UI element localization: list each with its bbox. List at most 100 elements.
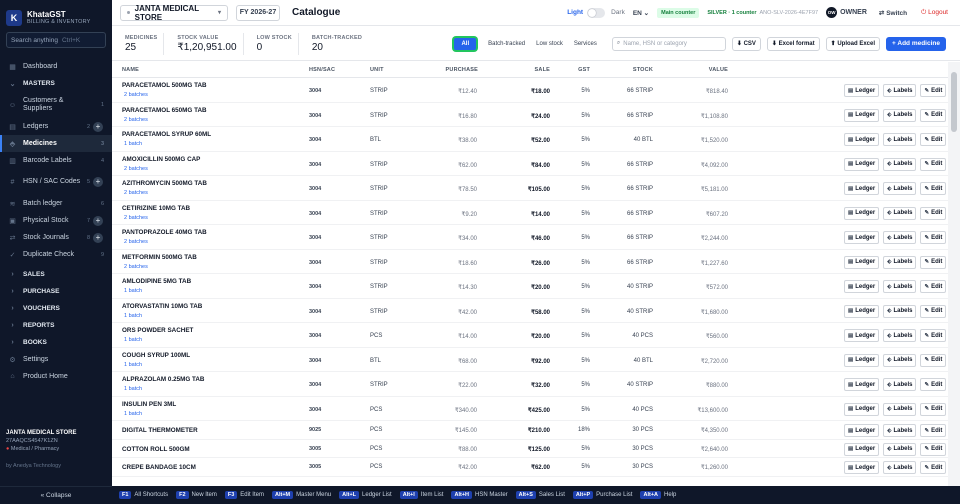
edit-button[interactable]: ✎ Edit	[920, 133, 947, 146]
col-stock[interactable]: STOCK	[612, 67, 653, 73]
batch-count-link[interactable]: 2 batches	[124, 264, 148, 270]
csv-button[interactable]: ⬇ CSV	[731, 36, 761, 51]
sidebar-item-dashboard[interactable]: ▦ Dashboard	[0, 58, 112, 75]
table-row[interactable]: PARACETAMOL 500MG TAB 3004 STRIP ₹12.40 ₹18.…	[112, 78, 948, 103]
ledger-button[interactable]: ▤ Ledger	[844, 304, 880, 318]
excel-format-button[interactable]: ⬇ Excel format	[766, 36, 820, 51]
batch-count-link[interactable]: 1 batch	[124, 288, 142, 294]
ledger-button[interactable]: ▤ Ledger	[844, 461, 880, 474]
sidebar-item-ledgers[interactable]: ▤ Ledgers 2 +	[0, 118, 112, 135]
labels-button[interactable]: ⬖ Labels	[883, 84, 917, 97]
sidebar-item-vouchers[interactable]: › VOUCHERS	[0, 300, 112, 317]
ledger-button[interactable]: ▤ Ledger	[844, 231, 880, 244]
col-name[interactable]: NAME	[122, 67, 139, 73]
shortcut-item[interactable]: Alt+I Item List	[399, 491, 443, 499]
batch-count-link[interactable]: 2 batches	[124, 92, 148, 98]
labels-button[interactable]: ⬖ Labels	[883, 133, 917, 146]
add-icon[interactable]: +	[93, 232, 103, 243]
user-menu[interactable]: OW OWNER	[826, 7, 867, 18]
add-icon[interactable]: +	[93, 121, 103, 132]
batch-count-link[interactable]: 1 batch	[124, 386, 142, 392]
col-unit[interactable]: UNIT	[370, 67, 384, 73]
ledger-button[interactable]: ▤ Ledger	[844, 424, 880, 437]
sidebar-item-reports[interactable]: › REPORTS	[0, 317, 112, 334]
shortcut-item[interactable]: F2 New Item	[176, 491, 217, 499]
labels-button[interactable]: ⬖ Labels	[883, 353, 917, 367]
col-value[interactable]: VALUE	[688, 67, 728, 73]
col-sale[interactable]: SALE	[520, 67, 550, 73]
labels-button[interactable]: ⬖ Labels	[883, 206, 917, 220]
ledger-button[interactable]: ▤ Ledger	[844, 280, 880, 293]
batch-count-link[interactable]: 2 batches	[124, 239, 148, 245]
ledger-button[interactable]: ▤ Ledger	[844, 353, 880, 367]
edit-button[interactable]: ✎ Edit	[920, 461, 947, 474]
col-purchase[interactable]: PURCHASE	[440, 67, 478, 73]
batch-count-link[interactable]: 2 batches	[124, 117, 148, 123]
ledger-button[interactable]: ▤ Ledger	[844, 108, 880, 122]
sidebar-item-purchase[interactable]: › PURCHASE	[0, 283, 112, 300]
labels-button[interactable]: ⬖ Labels	[883, 157, 917, 171]
shortcut-item[interactable]: F1 All Shortcuts	[119, 491, 168, 499]
table-row[interactable]: PARACETAMOL SYRUP 60ML 3004 BTL ₹38.00 ₹52.0…	[112, 127, 948, 152]
store-selector[interactable]: JANTA MEDICAL STORE ▾	[120, 4, 228, 22]
shortcut-item[interactable]: Alt+A Help	[640, 491, 676, 499]
shortcut-item[interactable]: Alt+M Master Menu	[271, 491, 331, 499]
language-selector[interactable]: EN ⌄	[633, 9, 649, 17]
edit-button[interactable]: ✎ Edit	[920, 424, 947, 437]
table-search-input[interactable]: ⌕ Name, HSN or category	[611, 36, 726, 51]
table-row[interactable]: PARACETAMOL 650MG TAB 3004 STRIP ₹16.80 ₹24.…	[112, 103, 948, 127]
sidebar-item-physical-stock[interactable]: ▣ Physical Stock 7 +	[0, 212, 112, 229]
batch-count-link[interactable]: 2 batches	[124, 215, 148, 221]
table-row[interactable]: METFORMIN 500MG TAB 3004 STRIP ₹18.60 ₹26.00…	[112, 250, 948, 274]
edit-button[interactable]: ✎ Edit	[920, 402, 947, 416]
edit-button[interactable]: ✎ Edit	[920, 84, 947, 97]
sidebar-item-sales[interactable]: › SALES	[0, 266, 112, 283]
shortcut-item[interactable]: Alt+H HSN Master	[451, 491, 508, 499]
sidebar-item-customers-suppliers[interactable]: ☺ Customers & Suppliers 1	[0, 92, 112, 118]
edit-button[interactable]: ✎ Edit	[920, 182, 947, 195]
filter-all[interactable]: All	[454, 37, 477, 50]
batch-count-link[interactable]: 2 batches	[124, 166, 148, 172]
batch-count-link[interactable]: 2 batches	[124, 190, 148, 196]
ledger-button[interactable]: ▤ Ledger	[844, 378, 880, 391]
batch-count-link[interactable]: 1 batch	[124, 141, 142, 147]
sidebar-item-batch-ledger[interactable]: ≋ Batch ledger 6	[0, 195, 112, 212]
logout-button[interactable]: ⏻ Logout	[921, 9, 948, 17]
table-row[interactable]: AZITHROMYCIN 500MG TAB 3004 STRIP ₹78.50 ₹10…	[112, 176, 948, 201]
labels-button[interactable]: ⬖ Labels	[883, 424, 917, 437]
sidebar-item-books[interactable]: › BOOKS	[0, 334, 112, 351]
scrollbar-thumb[interactable]	[951, 72, 957, 132]
sidebar-item-settings[interactable]: ⚙ Settings	[0, 351, 112, 368]
edit-button[interactable]: ✎ Edit	[920, 329, 947, 342]
edit-button[interactable]: ✎ Edit	[920, 255, 947, 269]
ledger-button[interactable]: ▤ Ledger	[844, 442, 880, 456]
table-row[interactable]: CETIRIZINE 10MG TAB 3004 STRIP ₹9.20 ₹14.00 5…	[112, 201, 948, 225]
collapse-sidebar-button[interactable]: « Collapse	[0, 486, 112, 504]
table-row[interactable]: CREPE BANDAGE 10CM 3005 PCS ₹42.00 ₹62.00 5% 3…	[112, 458, 948, 477]
batch-count-link[interactable]: 1 batch	[124, 362, 142, 368]
edit-button[interactable]: ✎ Edit	[920, 206, 947, 220]
edit-button[interactable]: ✎ Edit	[920, 157, 947, 171]
labels-button[interactable]: ⬖ Labels	[883, 329, 917, 342]
edit-button[interactable]: ✎ Edit	[920, 442, 947, 456]
batch-count-link[interactable]: 1 batch	[124, 337, 142, 343]
table-row[interactable]: ALPRAZOLAM 0.25MG TAB 3004 STRIP ₹22.00 ₹32.…	[112, 372, 948, 397]
labels-button[interactable]: ⬖ Labels	[883, 442, 917, 456]
ledger-button[interactable]: ▤ Ledger	[844, 84, 880, 97]
fiscal-year-selector[interactable]: FY 2026-27	[236, 4, 280, 21]
ledger-button[interactable]: ▤ Ledger	[844, 133, 880, 146]
sidebar-item-duplicate-check[interactable]: ✓ Duplicate Check 9	[0, 246, 112, 263]
edit-button[interactable]: ✎ Edit	[920, 353, 947, 367]
labels-button[interactable]: ⬖ Labels	[883, 304, 917, 318]
sidebar-item-barcode-labels[interactable]: ▥ Barcode Labels 4	[0, 152, 112, 169]
col-hsn[interactable]: HSN/SAC	[309, 67, 335, 73]
table-row[interactable]: COTTON ROLL 500GM 3005 PCS ₹88.00 ₹125.00 5% 3…	[112, 440, 948, 458]
switch-button[interactable]: ⇄ Switch	[879, 9, 907, 17]
ledger-button[interactable]: ▤ Ledger	[844, 402, 880, 416]
edit-button[interactable]: ✎ Edit	[920, 280, 947, 293]
col-gst[interactable]: GST	[570, 67, 590, 73]
global-search-input[interactable]: Search anything Ctrl+K	[6, 32, 106, 48]
edit-button[interactable]: ✎ Edit	[920, 378, 947, 391]
table-row[interactable]: ATORVASTATIN 10MG TAB 3004 STRIP ₹42.00 ₹58.…	[112, 299, 948, 323]
labels-button[interactable]: ⬖ Labels	[883, 182, 917, 195]
